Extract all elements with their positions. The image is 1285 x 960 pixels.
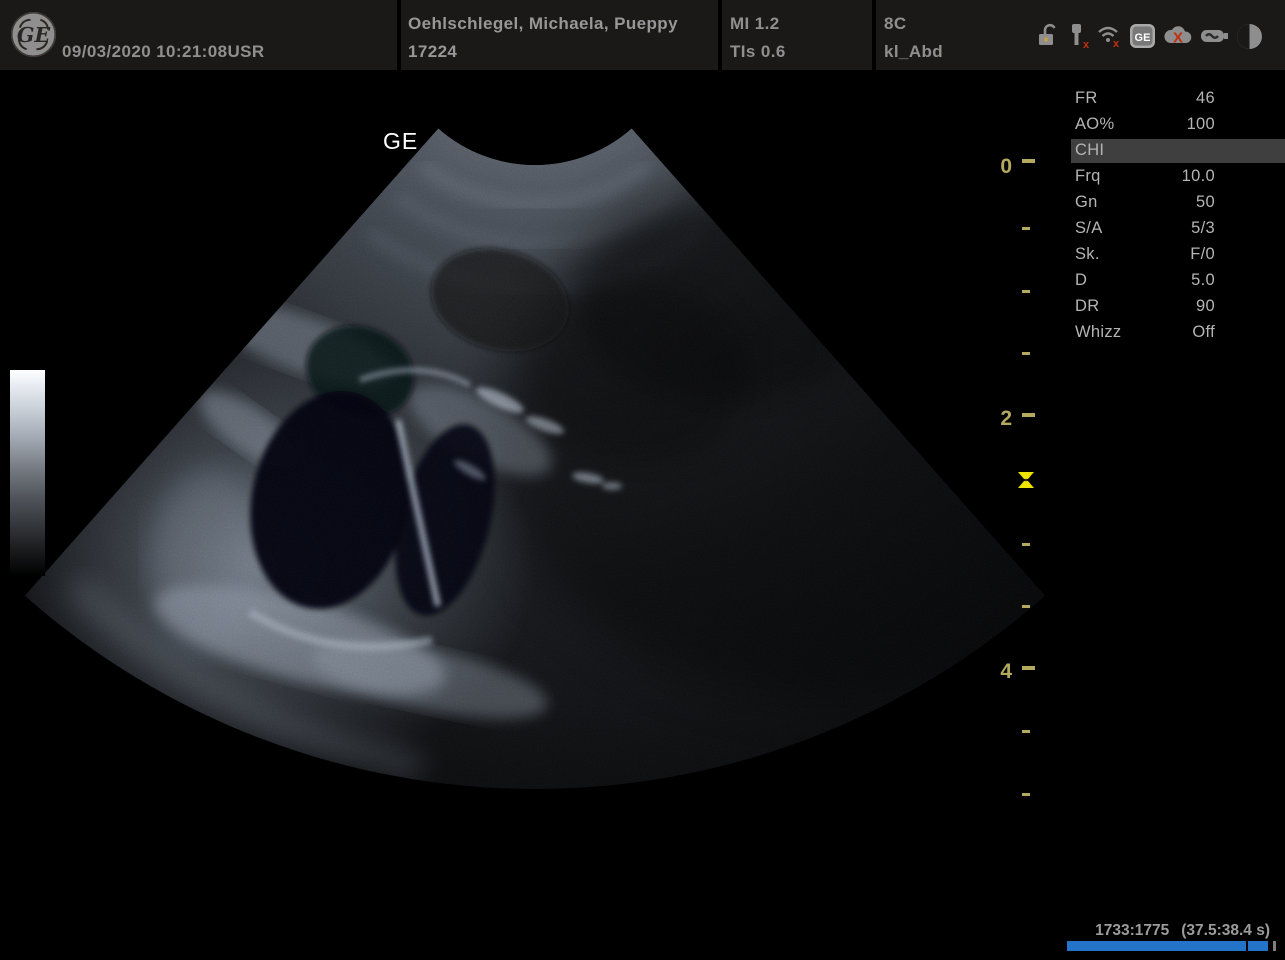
depth-tick (1022, 290, 1030, 293)
param-label: D (1075, 271, 1087, 293)
param-label: Gn (1075, 193, 1098, 215)
param-row-sk[interactable]: Sk. F/0 (1075, 245, 1215, 267)
param-value: 100 (1187, 115, 1215, 137)
depth-label-4: 4 (986, 660, 1012, 684)
cine-position-marker (1246, 941, 1248, 951)
focus-marker-icon[interactable] (1017, 472, 1035, 488)
param-label: AO% (1075, 115, 1114, 137)
param-value: 5.0 (1191, 271, 1215, 293)
param-value: F/0 (1190, 245, 1215, 267)
depth-tick-major (1022, 666, 1035, 670)
param-label: Frq (1075, 167, 1101, 189)
depth-tick (1022, 793, 1030, 796)
param-row-chi[interactable]: CHI (1075, 141, 1215, 163)
param-value: 10.0 (1182, 167, 1215, 189)
param-label: DR (1075, 297, 1099, 319)
image-vendor-label: GE (383, 128, 418, 155)
depth-tick (1022, 543, 1030, 546)
depth-tick (1022, 605, 1030, 608)
grayscale-bar (10, 370, 45, 576)
param-value: 50 (1196, 193, 1215, 215)
param-row-d[interactable]: D 5.0 (1075, 271, 1215, 293)
depth-label-0: 0 (986, 155, 1012, 179)
param-row-sa[interactable]: S/A 5/3 (1075, 219, 1215, 241)
param-value: Off (1192, 323, 1215, 345)
depth-tick (1022, 352, 1030, 355)
param-value: 5/3 (1191, 219, 1215, 241)
ultrasound-screen: GE 09/03/2020 10:21:08USR Oehlschlegel, … (0, 0, 1285, 960)
cine-time-counter: (37.5:38.4 s) (1181, 922, 1270, 940)
depth-tick (1022, 227, 1030, 230)
cine-frame-counter: 1733:1775 (1095, 922, 1169, 940)
param-row-frq[interactable]: Frq 10.0 (1075, 167, 1215, 189)
param-row-ao[interactable]: AO% 100 (1075, 115, 1215, 137)
cine-status: 1733:1775 (37.5:38.4 s) (1095, 922, 1270, 940)
param-row-whizz[interactable]: Whizz Off (1075, 323, 1215, 345)
param-row-gn[interactable]: Gn 50 (1075, 193, 1215, 215)
param-label: Whizz (1075, 323, 1121, 345)
cine-progress-bar[interactable] (1067, 941, 1268, 951)
cine-end-tick (1273, 941, 1276, 951)
param-row-dr[interactable]: DR 90 (1075, 297, 1215, 319)
param-label: Sk. (1075, 245, 1100, 267)
param-value: 90 (1196, 297, 1215, 319)
depth-tick (1022, 730, 1030, 733)
param-label: FR (1075, 89, 1098, 111)
param-row-fr[interactable]: FR 46 (1075, 89, 1215, 111)
depth-label-2: 2 (986, 407, 1012, 431)
param-value: 46 (1196, 89, 1215, 111)
param-label: S/A (1075, 219, 1103, 241)
param-label: CHI (1075, 141, 1104, 163)
depth-tick-major (1022, 413, 1035, 417)
depth-tick-major (1022, 159, 1035, 163)
